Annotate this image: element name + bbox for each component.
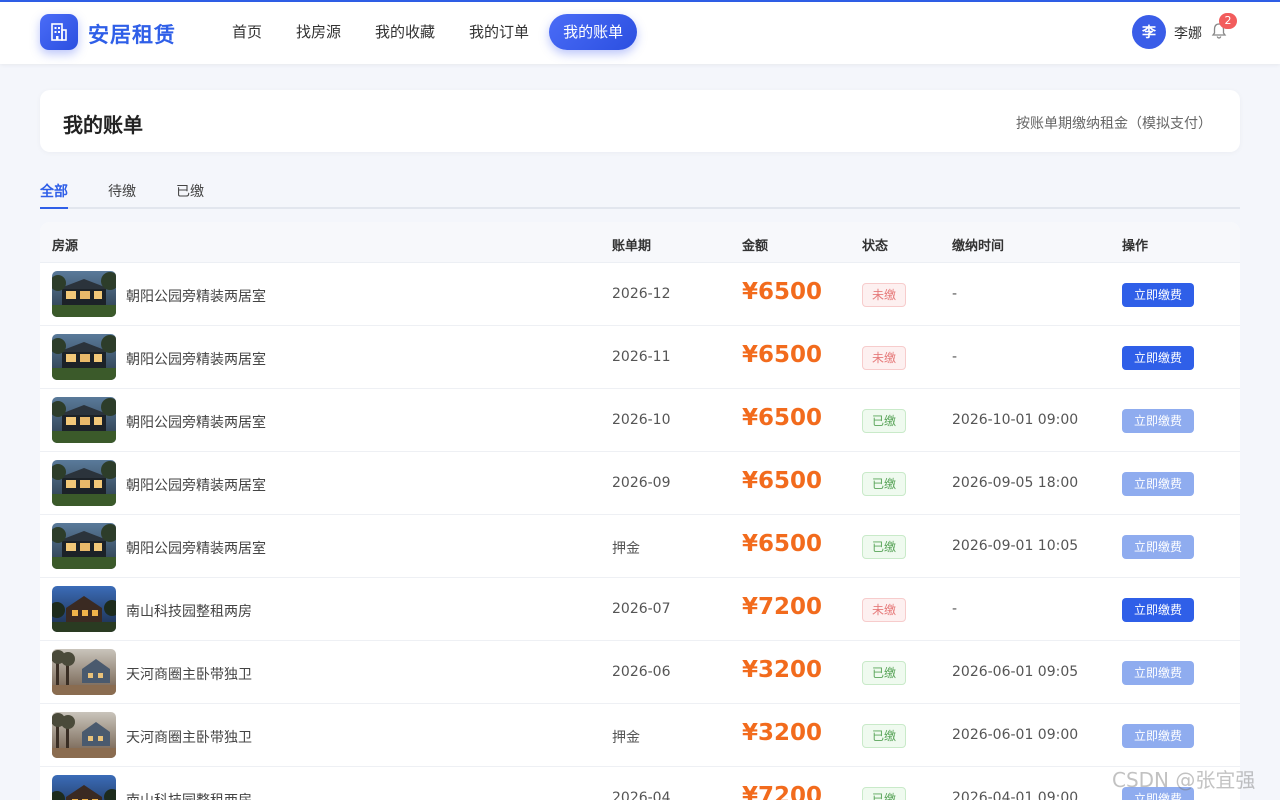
- bill-amount: ¥7200: [742, 783, 823, 800]
- bill-period: 2026-12: [612, 286, 671, 302]
- top-navbar: 安居租赁 首页 找房源 我的收藏 我的订单 我的账单 李 李娜 2: [0, 2, 1280, 64]
- property-name[interactable]: 天河商圈主卧带独卫: [126, 664, 252, 684]
- bill-period: 2026-10: [612, 412, 671, 428]
- paid-time: 2026-06-01 09:00: [952, 727, 1079, 743]
- bill-period: 押金: [612, 541, 640, 557]
- status-badge: 未缴: [862, 283, 906, 307]
- nav-home[interactable]: 首页: [218, 14, 276, 50]
- bill-amount: ¥6500: [742, 342, 823, 368]
- paid-time: 2026-10-01 09:00: [952, 412, 1079, 428]
- property-name[interactable]: 南山科技园整租两房: [126, 790, 252, 800]
- nav-find-housing[interactable]: 找房源: [282, 14, 355, 50]
- status-badge: 已缴: [862, 409, 906, 433]
- bill-period: 2026-09: [612, 475, 671, 491]
- page-description: 按账单期缴纳租金（模拟支付）: [1016, 116, 1212, 132]
- table-row: 朝阳公园旁精装两居室 押金 ¥6500 已缴 2026-09-01 10:05 立即缴费: [40, 515, 1240, 578]
- header-status: 状态: [862, 239, 889, 254]
- header-property: 房源: [52, 239, 79, 254]
- property-thumbnail[interactable]: [52, 271, 116, 317]
- table-row: 天河商圈主卧带独卫 押金 ¥3200 已缴 2026-06-01 09:00 立即缴费: [40, 704, 1240, 767]
- bill-amount: ¥3200: [742, 720, 823, 746]
- property-thumbnail[interactable]: [52, 586, 116, 632]
- bill-amount: ¥6500: [742, 468, 823, 494]
- bill-amount: ¥3200: [742, 657, 823, 683]
- bill-period: 2026-11: [612, 349, 671, 365]
- property-thumbnail[interactable]: [52, 334, 116, 380]
- property-name[interactable]: 朝阳公园旁精装两居室: [126, 475, 266, 495]
- property-thumbnail[interactable]: [52, 460, 116, 506]
- nav-bills[interactable]: 我的账单: [549, 14, 638, 50]
- table-row: 南山科技园整租两房 2026-07 ¥7200 未缴 - 立即缴费: [40, 578, 1240, 641]
- status-badge: 未缴: [862, 346, 906, 370]
- pay-now-button[interactable]: 立即缴费: [1122, 346, 1194, 370]
- table-row: 天河商圈主卧带独卫 2026-06 ¥3200 已缴 2026-06-01 09:05 立…: [40, 641, 1240, 704]
- property-name[interactable]: 天河商圈主卧带独卫: [126, 727, 252, 747]
- bill-filter-tabs: 全部 待缴 已缴: [40, 178, 1240, 209]
- header-paid-time: 缴纳时间: [952, 239, 1005, 254]
- property-name[interactable]: 朝阳公园旁精装两居室: [126, 349, 266, 369]
- property-thumbnail[interactable]: [52, 649, 116, 695]
- bill-amount: ¥6500: [742, 279, 823, 305]
- property-name[interactable]: 朝阳公园旁精装两居室: [126, 412, 266, 432]
- status-badge: 已缴: [862, 787, 906, 800]
- table-row: 朝阳公园旁精装两居室 2026-10 ¥6500 已缴 2026-10-01 09:00…: [40, 389, 1240, 452]
- status-badge: 已缴: [862, 661, 906, 685]
- notification-badge: 2: [1219, 13, 1237, 29]
- pay-now-button[interactable]: 立即缴费: [1122, 724, 1194, 748]
- watermark: CSDN @张宜强: [1112, 768, 1256, 792]
- bill-period: 2026-04: [612, 790, 671, 800]
- table-row: 朝阳公园旁精装两居室 2026-09 ¥6500 已缴 2026-09-05 18:00…: [40, 452, 1240, 515]
- tab-all[interactable]: 全部: [40, 181, 68, 209]
- property-thumbnail[interactable]: [52, 712, 116, 758]
- paid-time: -: [952, 349, 958, 365]
- paid-time: 2026-09-05 18:00: [952, 475, 1079, 491]
- status-badge: 已缴: [862, 724, 906, 748]
- paid-time: 2026-04-01 09:00: [952, 790, 1079, 800]
- main-nav: 首页 找房源 我的收藏 我的订单 我的账单: [218, 14, 643, 50]
- header-period: 账单期: [612, 239, 652, 254]
- pay-now-button[interactable]: 立即缴费: [1122, 409, 1194, 433]
- property-thumbnail[interactable]: [52, 775, 116, 800]
- page-title: 我的账单: [63, 113, 143, 137]
- paid-time: 2026-09-01 10:05: [952, 538, 1079, 554]
- status-badge: 未缴: [862, 598, 906, 622]
- bill-amount: ¥6500: [742, 531, 823, 557]
- nav-favorites[interactable]: 我的收藏: [361, 14, 449, 50]
- bill-amount: ¥6500: [742, 405, 823, 431]
- bill-amount: ¥7200: [742, 594, 823, 620]
- avatar[interactable]: 李: [1132, 15, 1166, 49]
- status-badge: 已缴: [862, 472, 906, 496]
- pay-now-button[interactable]: 立即缴费: [1122, 661, 1194, 685]
- table-row: 朝阳公园旁精装两居室 2026-12 ¥6500 未缴 - 立即缴费: [40, 263, 1240, 326]
- page-header-card: 我的账单 按账单期缴纳租金（模拟支付）: [40, 90, 1240, 152]
- property-thumbnail[interactable]: [52, 523, 116, 569]
- building-icon[interactable]: [40, 14, 78, 50]
- status-badge: 已缴: [862, 535, 906, 559]
- nav-orders[interactable]: 我的订单: [455, 14, 543, 50]
- bills-table: 房源 账单期 金额 状态 缴纳时间 操作 朝阳公园旁精装两居室 2026-12 ¥6…: [40, 222, 1240, 800]
- bill-period: 押金: [612, 730, 640, 746]
- property-thumbnail[interactable]: [52, 397, 116, 443]
- paid-time: -: [952, 601, 958, 617]
- paid-time: 2026-06-01 09:05: [952, 664, 1079, 680]
- tab-unpaid[interactable]: 待缴: [108, 181, 136, 209]
- header-action: 操作: [1122, 239, 1149, 254]
- pay-now-button[interactable]: 立即缴费: [1122, 472, 1194, 496]
- bill-period: 2026-07: [612, 601, 671, 617]
- tab-paid[interactable]: 已缴: [176, 181, 204, 209]
- pay-now-button[interactable]: 立即缴费: [1122, 535, 1194, 559]
- table-row: 朝阳公园旁精装两居室 2026-11 ¥6500 未缴 - 立即缴费: [40, 326, 1240, 389]
- pay-now-button[interactable]: 立即缴费: [1122, 598, 1194, 622]
- user-name[interactable]: 李娜: [1174, 23, 1202, 43]
- pay-now-button[interactable]: 立即缴费: [1122, 283, 1194, 307]
- property-name[interactable]: 南山科技园整租两房: [126, 601, 252, 621]
- paid-time: -: [952, 286, 958, 302]
- table-row: 南山科技园整租两房2026-04¥7200已缴2026-04-01 09:00立…: [40, 767, 1240, 800]
- bill-period: 2026-06: [612, 664, 671, 680]
- property-name[interactable]: 朝阳公园旁精装两居室: [126, 538, 266, 558]
- property-name[interactable]: 朝阳公园旁精装两居室: [126, 286, 266, 306]
- app-logo-text[interactable]: 安居租赁: [88, 19, 176, 49]
- table-header: 房源 账单期 金额 状态 缴纳时间 操作: [40, 222, 1240, 263]
- header-amount: 金额: [742, 239, 769, 254]
